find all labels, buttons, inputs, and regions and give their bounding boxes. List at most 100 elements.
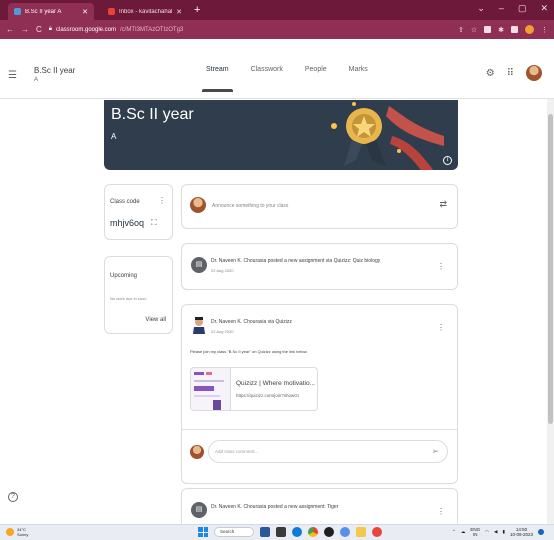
edge-browser-icon[interactable] — [292, 527, 302, 537]
class-code-card: Class code ⋮ mhjv6oq ⛶ — [104, 184, 173, 240]
comment-divider — [182, 429, 457, 430]
weather-text: 34°C Sunny — [17, 527, 28, 537]
apps-grid-icon[interactable]: ⠿ — [507, 68, 514, 79]
browser-tab-gmail[interactable]: Inbox - kavitachahal08@gmail.c ✕ — [102, 3, 188, 20]
tab-search-icon[interactable]: ⌄ — [477, 3, 485, 14]
banner-illustration-icon — [331, 102, 444, 170]
teacher-avatar — [193, 317, 205, 334]
wifi-icon[interactable]: ◠ — [485, 529, 489, 535]
tab-people[interactable]: People — [305, 66, 327, 92]
banner-section: A — [111, 132, 117, 141]
browser-tab-classroom[interactable]: B.Sc II year A ✕ — [8, 3, 94, 20]
language-indicator[interactable]: ENG IN — [470, 527, 480, 537]
windows-start-icon[interactable] — [198, 527, 208, 537]
browser-tab-label: B.Sc II year A — [25, 8, 62, 15]
new-tab-button[interactable]: + — [194, 3, 200, 20]
bookmark-star-icon[interactable]: ☆ — [471, 26, 477, 34]
attachment-link[interactable]: Quizizz | Where motivatio... https://qui… — [190, 367, 318, 411]
stream-post: Dr. Naveen K. Chourasia via Quizizz 22 A… — [181, 304, 458, 484]
app-icon[interactable] — [340, 527, 350, 537]
taskbar-apps: Search — [198, 527, 382, 537]
tab-marks[interactable]: Marks — [349, 66, 368, 92]
cloud-icon[interactable]: ☁︎ — [461, 529, 466, 535]
classroom-header: ☰ B.Sc II year A Stream Classwork People… — [0, 39, 554, 99]
media-app-icon[interactable] — [324, 527, 334, 537]
maximize-button[interactable]: ▢ — [518, 3, 527, 14]
url-path: /c/MTI3MTAzOTIzOTg3 — [120, 26, 184, 33]
share-icon[interactable]: ⇪ — [458, 26, 464, 34]
account-avatar[interactable] — [526, 65, 542, 81]
tab-stream[interactable]: Stream — [202, 66, 233, 92]
attachment-thumbnail — [191, 368, 231, 410]
os-taskbar: 34°C Sunny Search ⌃ ☁︎ ENG IN ◠ ◀︎ ▮ 14:… — [0, 524, 554, 540]
user-avatar — [190, 445, 204, 459]
sidebar-icon[interactable] — [511, 26, 518, 33]
extension-icon[interactable] — [484, 26, 492, 33]
file-explorer-icon[interactable] — [276, 527, 286, 537]
sun-icon — [6, 528, 14, 536]
tab-classwork[interactable]: Classwork — [251, 66, 283, 92]
browser-menu-icon[interactable]: ⋮ — [541, 26, 548, 34]
class-code-value: mhjv6oq — [110, 218, 145, 228]
post-body: Please join my class "B.Sc II year" on Q… — [190, 349, 308, 354]
system-tray: ⌃ ☁︎ ENG IN ◠ ◀︎ ▮ 14:50 10-09-2023 — [452, 527, 544, 537]
close-tab-icon[interactable]: ✕ — [82, 8, 88, 16]
class-code-menu-icon[interactable]: ⋮ — [158, 196, 166, 205]
announce-placeholder[interactable]: Announce something to your class — [212, 203, 288, 209]
post-menu-icon[interactable]: ⋮ — [437, 262, 445, 271]
notification-icon[interactable] — [538, 529, 544, 535]
browser-tab-label: Inbox - kavitachahal08@gmail.c — [119, 8, 172, 15]
region-code: IN — [472, 532, 478, 537]
repost-icon[interactable]: ⇄ — [439, 199, 447, 210]
assignment-icon: ▤ — [191, 502, 207, 518]
gmail-favicon-icon — [108, 8, 115, 15]
post-menu-icon[interactable]: ⋮ — [437, 323, 445, 332]
profile-avatar-icon[interactable] — [525, 25, 534, 34]
word-app-icon[interactable] — [260, 527, 270, 537]
banner-info-icon[interactable]: i — [443, 156, 452, 165]
stream-post[interactable]: ▤ Dr. Naveen K. Chourasia posted a new a… — [181, 243, 458, 290]
minimize-button[interactable]: – — [499, 3, 504, 14]
upcoming-label: Upcoming — [110, 273, 138, 279]
header-section: A — [34, 77, 39, 83]
class-code-label: Class code — [110, 199, 140, 205]
upcoming-empty-text: No work due in soon — [110, 296, 147, 301]
comment-input[interactable]: Add class comment... ➢ — [208, 440, 448, 463]
back-arrow-icon[interactable]: ← — [6, 25, 14, 34]
forward-arrow-icon[interactable]: → — [21, 25, 29, 34]
reload-icon[interactable]: C — [36, 25, 42, 34]
scrollbar-thumb[interactable] — [548, 114, 553, 424]
send-icon[interactable]: ➢ — [431, 446, 439, 457]
taskbar-search[interactable]: Search — [214, 527, 254, 537]
close-tab-icon[interactable]: ✕ — [176, 8, 182, 16]
url-field[interactable]: 🔒︎ classroom.google.com/c/MTI3MTAzOTIzOT… — [49, 26, 451, 33]
settings-gear-icon[interactable]: ⚙︎ — [486, 68, 495, 79]
weather-widget[interactable]: 34°C Sunny — [6, 527, 28, 537]
browser-tab-bar: B.Sc II year A ✕ Inbox - kavitachahal08@… — [0, 0, 554, 20]
chrome-browser-icon[interactable] — [308, 527, 318, 537]
clock-date: 10-09-2023 — [509, 532, 533, 537]
post-menu-icon[interactable]: ⋮ — [437, 507, 445, 516]
header-class-name[interactable]: B.Sc II year — [34, 66, 75, 75]
lock-icon: 🔒︎ — [48, 26, 52, 32]
banner-title: B.Sc II year — [111, 106, 194, 123]
announce-card[interactable]: Announce something to your class ⇄ — [181, 184, 458, 229]
view-all-link[interactable]: View all — [145, 317, 166, 323]
fullscreen-icon[interactable]: ⛶ — [151, 218, 157, 228]
tray-chevron-icon[interactable]: ⌃ — [452, 529, 456, 535]
main-menu-icon[interactable]: ☰ — [8, 70, 17, 81]
help-icon[interactable]: ? — [8, 492, 18, 502]
battery-icon[interactable]: ▮ — [502, 529, 504, 535]
speaker-icon[interactable]: ◀︎ — [494, 529, 497, 535]
puzzle-icon[interactable]: ✱ — [498, 26, 504, 34]
browser-toolbar-icons: ⇪ ☆ ✱ ⋮ — [458, 25, 548, 34]
stream-post[interactable]: ▤ Dr. Naveen K. Chourasia posted a new a… — [181, 488, 458, 524]
close-window-button[interactable]: ✕ — [540, 3, 548, 14]
folder-icon[interactable] — [356, 527, 366, 537]
weather-condition: Sunny — [17, 532, 29, 537]
post-date: 22 Aug 2020 — [211, 329, 234, 334]
address-bar: ← → C 🔒︎ classroom.google.com/c/MTI3MTAz… — [0, 20, 554, 39]
system-clock[interactable]: 14:50 10-09-2023 — [510, 527, 533, 537]
class-nav-tabs: Stream Classwork People Marks — [202, 66, 368, 92]
chrome-profile-icon[interactable] — [372, 527, 382, 537]
